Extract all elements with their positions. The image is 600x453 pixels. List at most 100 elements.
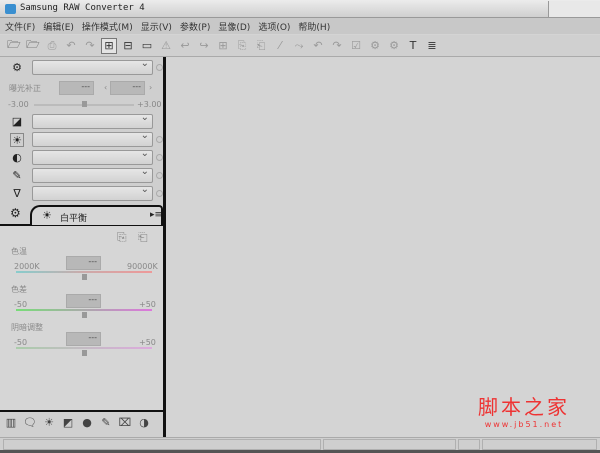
shadow-slider[interactable] bbox=[16, 347, 152, 349]
undo-icon[interactable]: ↶ bbox=[63, 38, 79, 54]
status-pane-4 bbox=[482, 439, 597, 450]
copy-settings-icon[interactable]: ⎘ bbox=[234, 38, 250, 54]
redo-icon[interactable]: ↷ bbox=[82, 38, 98, 54]
exposure-max: +3.00 bbox=[137, 100, 162, 109]
menu-help[interactable]: 帮助(H) bbox=[298, 20, 330, 33]
panel-menu-icon[interactable]: ▸≡ bbox=[150, 210, 162, 220]
menu-edit[interactable]: 编辑(E) bbox=[43, 20, 74, 33]
split-view-icon[interactable]: ⊟ bbox=[120, 38, 136, 54]
check-icon[interactable]: ☑ bbox=[348, 38, 364, 54]
grid-icon[interactable]: ⊞ bbox=[215, 38, 231, 54]
warning-icon[interactable]: ⚠ bbox=[158, 38, 174, 54]
comment-icon[interactable]: 🗨 bbox=[22, 416, 38, 432]
menu-view[interactable]: 显示(V) bbox=[141, 20, 172, 33]
temperature-slider[interactable] bbox=[16, 271, 152, 273]
exposure-label: 曝光补正 bbox=[9, 84, 41, 93]
reset-dot[interactable] bbox=[156, 136, 163, 143]
settings-save-icon[interactable]: ⚙ bbox=[367, 38, 383, 54]
menu-file[interactable]: 文件(F) bbox=[5, 20, 35, 33]
paste-settings-icon[interactable]: ⎗ bbox=[253, 38, 269, 54]
preset-row: ⚙ bbox=[0, 58, 163, 76]
shadow-max: +50 bbox=[139, 338, 156, 347]
lens-icon[interactable]: ✎ bbox=[98, 416, 114, 432]
toolbar: 🗁 🗁 ⎙ ↶ ↷ ⊞ ⊟ ▭ ⚠ ↩ ↪ ⊞ ⎘ ⎗ ⁄ ⤳ ↶ ↷ ☑ ⚙ ⚙ T ≣ bbox=[0, 35, 600, 57]
sharpen-dropdown[interactable] bbox=[32, 166, 153, 183]
shadow-field[interactable]: --- bbox=[66, 332, 101, 346]
prev-icon[interactable]: ↶ bbox=[310, 38, 326, 54]
curve-icon[interactable]: ◩ bbox=[60, 416, 76, 432]
sun-icon: ☀ bbox=[10, 133, 24, 147]
shadow-min: -50 bbox=[14, 338, 28, 347]
watermark-url: www.jb51.net bbox=[484, 420, 564, 429]
reset-dot[interactable] bbox=[156, 172, 163, 179]
rotate-right-icon[interactable]: ↪ bbox=[196, 38, 212, 54]
exposure-thumb[interactable] bbox=[82, 101, 87, 107]
exposure-field-2[interactable]: --- bbox=[110, 81, 145, 95]
tone-dropdown[interactable] bbox=[32, 112, 153, 129]
temperature-thumb[interactable] bbox=[82, 274, 87, 280]
noise-dropdown[interactable] bbox=[32, 184, 153, 201]
notes-icon[interactable]: ≣ bbox=[424, 38, 440, 54]
tint-max: +50 bbox=[139, 300, 156, 309]
tab-white-balance[interactable]: ☀ 白平衡 ▸≡ bbox=[30, 205, 163, 225]
shadow-label: 阴暗调整 bbox=[11, 323, 43, 332]
folder-open-icon[interactable]: 🗁 bbox=[6, 38, 22, 54]
window-title: Samsung RAW Converter 4 bbox=[20, 3, 145, 13]
tool-icon[interactable]: T bbox=[405, 38, 421, 54]
wb-picker-icon[interactable]: ⎘ bbox=[117, 230, 127, 245]
status-pane-3 bbox=[458, 439, 480, 450]
preset-dropdown[interactable] bbox=[32, 58, 153, 75]
tint-thumb[interactable] bbox=[82, 312, 87, 318]
exposure-min: -3.00 bbox=[8, 100, 29, 109]
window-controls[interactable] bbox=[548, 1, 600, 17]
temperature-field[interactable]: --- bbox=[66, 256, 101, 270]
shadow-thumb[interactable] bbox=[82, 350, 87, 356]
gear-cluster-icon: ⚙ bbox=[12, 61, 22, 74]
noise-icon: ∇ bbox=[13, 187, 21, 200]
histogram-icon[interactable]: ▥ bbox=[3, 416, 19, 432]
sun-icon: ☀ bbox=[42, 209, 52, 222]
vignette-icon[interactable]: ◑ bbox=[136, 416, 152, 432]
status-pane-1 bbox=[3, 439, 321, 450]
watermark: 脚本之家 www.jb51.net bbox=[478, 391, 570, 429]
crop-icon[interactable]: ⌧ bbox=[117, 416, 133, 432]
settings-check-icon[interactable]: ⚙ bbox=[386, 38, 402, 54]
menu-mode[interactable]: 操作模式(M) bbox=[82, 20, 133, 33]
menu-options[interactable]: 选项(O) bbox=[258, 20, 290, 33]
folder-recent-icon[interactable]: 🗁 bbox=[25, 38, 41, 54]
brush-icon[interactable]: ⁄ bbox=[272, 38, 288, 54]
print-icon[interactable]: ⎙ bbox=[44, 38, 60, 54]
picker-icon[interactable]: ⤳ bbox=[291, 38, 307, 54]
advanced-gears-icon[interactable]: ⚙ bbox=[10, 206, 21, 220]
tint-label: 色差 bbox=[11, 285, 27, 294]
reset-dot[interactable] bbox=[156, 154, 163, 161]
exposure-field-1[interactable]: --- bbox=[59, 81, 94, 95]
reset-dot[interactable] bbox=[156, 190, 163, 197]
decrement-arrow[interactable]: ‹ bbox=[104, 83, 107, 92]
wb-auto-icon[interactable]: ⎗ bbox=[138, 230, 148, 245]
status-pane-2 bbox=[323, 439, 456, 450]
increment-arrow[interactable]: › bbox=[149, 83, 152, 92]
brightness-dropdown[interactable] bbox=[32, 130, 153, 147]
sharpen-row: ✎ bbox=[0, 166, 163, 184]
reset-dot[interactable] bbox=[156, 64, 163, 71]
title-bar: Samsung RAW Converter 4 bbox=[0, 0, 600, 18]
panel-icon-bar: ▥ 🗨 ☀ ◩ ● ✎ ⌧ ◑ bbox=[0, 410, 163, 438]
next-icon[interactable]: ↷ bbox=[329, 38, 345, 54]
tint-slider[interactable] bbox=[16, 309, 152, 311]
contrast-icon: ◐ bbox=[12, 151, 22, 164]
white-balance-panel: ⎘ ⎗ 色温 2000K --- 90000K 色差 -50 --- +50 阴… bbox=[0, 224, 163, 410]
temperature-min: 2000K bbox=[14, 262, 40, 271]
tint-field[interactable]: --- bbox=[66, 294, 101, 308]
contrast-dropdown[interactable] bbox=[32, 148, 153, 165]
grid-view-icon[interactable]: ⊞ bbox=[101, 37, 117, 54]
app-icon bbox=[5, 4, 16, 14]
tint-min: -50 bbox=[14, 300, 28, 309]
sun-tone-icon[interactable]: ☀ bbox=[41, 416, 57, 432]
rotate-left-icon[interactable]: ↩ bbox=[177, 38, 193, 54]
menu-develop[interactable]: 显像(D) bbox=[218, 20, 250, 33]
single-view-icon[interactable]: ▭ bbox=[139, 38, 155, 54]
color-sphere-icon[interactable]: ● bbox=[79, 416, 95, 432]
pen-icon: ✎ bbox=[12, 169, 22, 182]
menu-params[interactable]: 参数(P) bbox=[180, 20, 210, 33]
